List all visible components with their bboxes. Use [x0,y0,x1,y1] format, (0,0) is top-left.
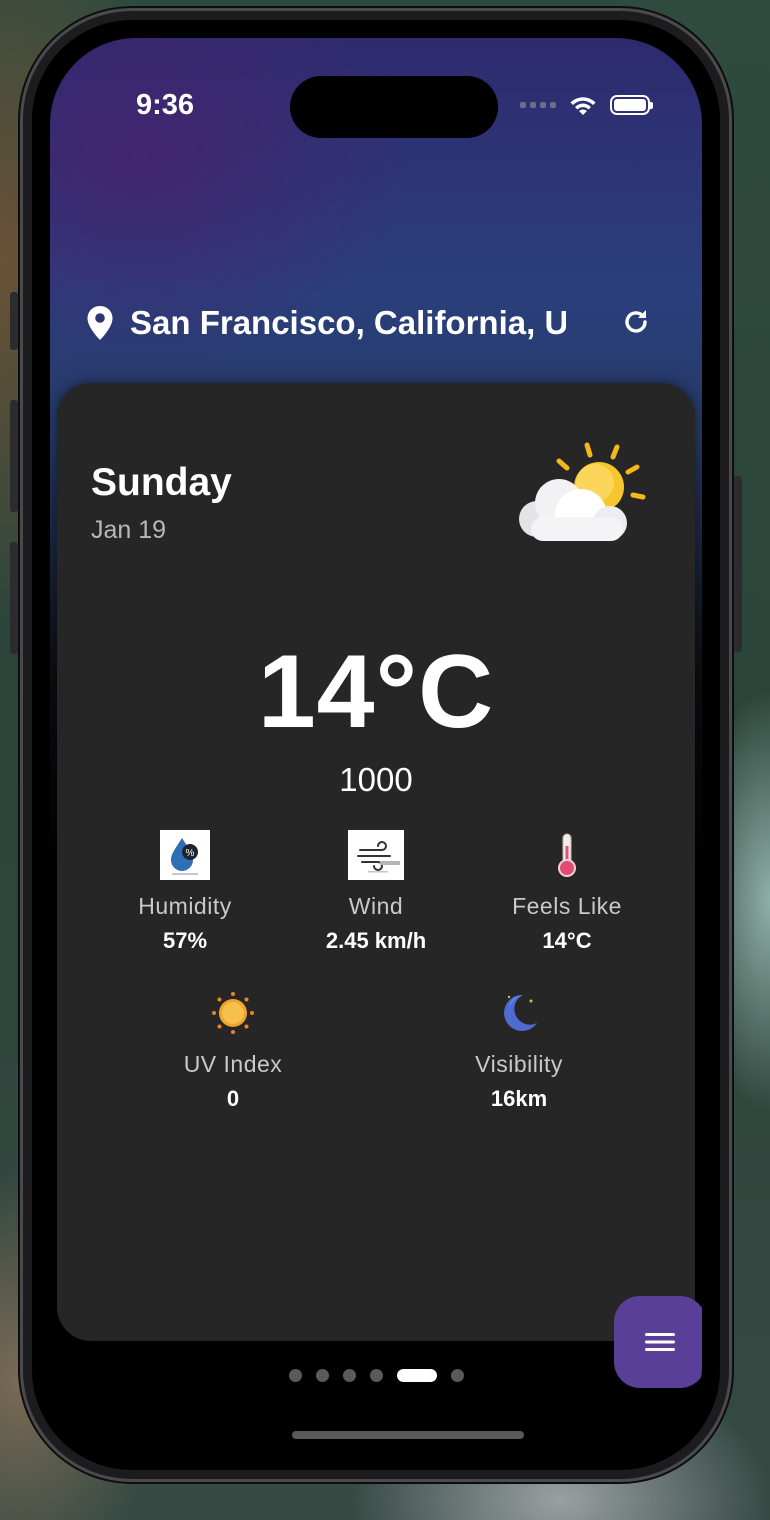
temperature-display: 14°C [257,634,495,750]
moon-icon [504,994,537,1031]
refresh-icon[interactable] [620,306,652,338]
volume-up-button [10,400,18,512]
wifi-icon [570,97,596,115]
cellular-signal-icon [520,102,556,108]
humidity-value: 57% [162,928,208,953]
page-indicator [50,1369,702,1382]
partly-cloudy-icon [519,442,646,541]
feels-like-value: 14°C [542,928,592,953]
location-header: San Francisco, California, United States [86,300,666,346]
uv-index-value: 0 [226,1086,240,1111]
page-dot[interactable] [342,1369,356,1382]
wind-icon [348,830,404,880]
sun-icon [212,992,254,1034]
page-dot[interactable] [288,1369,302,1382]
pressure-value: 1000 [339,761,413,798]
humidity-icon: % [160,830,210,880]
power-button [734,476,742,652]
weather-app: 9:36 San Francisco, California, United S… [50,38,702,1452]
hamburger-menu-icon [645,1333,675,1351]
page-dot[interactable] [315,1369,329,1382]
date-label: Jan 19 [91,516,167,544]
uv-index-label: UV Index [183,1051,283,1077]
page-dot-active[interactable] [396,1369,437,1382]
dynamic-island [290,76,498,138]
screen: 9:36 San Francisco, California, United S… [32,20,720,1470]
svg-text:%: % [186,848,195,859]
weather-card: Sunday Jan 19 14°C 1000 % Humidity 57% W… [57,383,695,1341]
status-icons [520,94,653,116]
feels-like-label: Feels Like [512,893,622,919]
wind-value: 2.45 km/h [325,928,427,953]
status-time: 9:36 [136,89,195,121]
location-pin-icon [87,306,113,340]
visibility-value: 16km [490,1086,548,1111]
volume-down-button [10,542,18,654]
visibility-label: Visibility [475,1051,563,1077]
thermometer-icon [558,833,576,877]
wind-metric: Wind 2.45 km/h [276,829,476,954]
action-button [10,292,18,350]
humidity-label: Humidity [138,893,232,919]
uv-index-metric: UV Index 0 [133,987,333,1112]
feels-like-metric: Feels Like 14°C [467,829,667,954]
menu-button[interactable] [614,1296,702,1388]
wind-label: Wind [348,893,404,919]
page-dot[interactable] [450,1369,464,1382]
visibility-metric: Visibility 16km [419,987,619,1112]
location-name: San Francisco, California, United States [130,304,566,341]
humidity-metric: % Humidity 57% [85,829,285,954]
day-name: Sunday [91,461,232,504]
battery-icon [610,95,653,115]
page-dot[interactable] [369,1369,383,1382]
home-indicator[interactable] [292,1431,524,1439]
